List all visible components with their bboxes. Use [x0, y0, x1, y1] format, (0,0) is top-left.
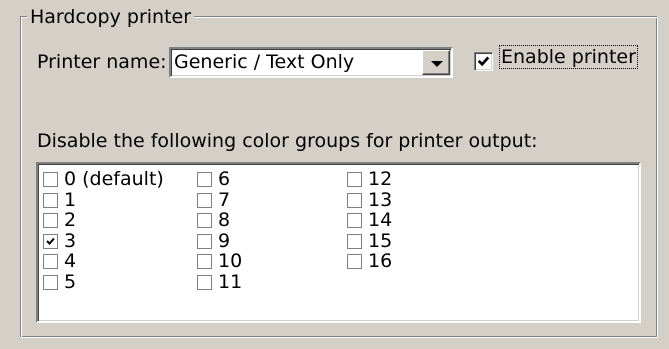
color-group-label: 4: [64, 250, 77, 272]
color-group-checkbox[interactable]: [347, 172, 362, 187]
printer-name-label: Printer name:: [37, 51, 167, 73]
color-group-label: 10: [218, 250, 243, 272]
group-title: Hardcopy printer: [27, 6, 195, 28]
color-group-checkbox[interactable]: [43, 233, 58, 249]
color-group-checkbox[interactable]: [347, 213, 362, 228]
color-group-label: 12: [368, 168, 393, 190]
printer-name-value: Generic / Text Only: [174, 51, 355, 73]
color-group-label: 14: [368, 209, 393, 231]
checkmark-icon: [477, 56, 490, 67]
color-group-checkbox[interactable]: [43, 213, 58, 228]
color-group-checkbox[interactable]: [43, 172, 58, 187]
checkmark-icon: [46, 237, 55, 245]
color-groups-heading: Disable the following color groups for p…: [37, 130, 538, 152]
color-group-checkbox[interactable]: [197, 213, 212, 228]
color-group-checkbox[interactable]: [197, 233, 212, 249]
color-group-checkbox[interactable]: [197, 254, 212, 269]
color-group-label: 11: [218, 270, 243, 293]
enable-printer-label[interactable]: Enable printer: [499, 45, 638, 69]
color-group-checkbox[interactable]: [43, 274, 58, 290]
color-group-checkbox[interactable]: [43, 254, 58, 269]
color-group-label: 2: [64, 209, 77, 231]
color-group-label: 9: [218, 229, 231, 252]
color-group-checkbox[interactable]: [197, 192, 212, 208]
color-group-label: 15: [368, 229, 393, 252]
color-group-checkbox[interactable]: [197, 274, 212, 290]
color-group-label: 5: [64, 270, 77, 293]
color-group-label: 3: [64, 229, 77, 252]
color-group-label: 6: [218, 168, 231, 190]
color-group-label: 0 (default): [64, 168, 164, 190]
color-group-label: 16: [368, 250, 393, 272]
color-groups-listbox[interactable]: 0 (default) 1 2 3 4 5 6 7 8 9 10 11 12 13 14 15 16: [36, 162, 641, 323]
color-group-checkbox[interactable]: [197, 172, 212, 187]
color-group-label: 7: [218, 188, 231, 211]
color-group-label: 1: [64, 188, 77, 211]
color-group-checkbox[interactable]: [347, 192, 362, 208]
color-group-label: 13: [368, 188, 393, 211]
dropdown-button[interactable]: [422, 50, 450, 75]
color-group-checkbox[interactable]: [347, 233, 362, 249]
printer-name-combobox[interactable]: Generic / Text Only: [169, 47, 453, 78]
chevron-down-icon: [431, 61, 443, 67]
enable-printer-checkbox[interactable]: [474, 52, 493, 71]
color-group-label: 8: [218, 209, 231, 231]
color-group-checkbox[interactable]: [347, 254, 362, 269]
color-group-checkbox[interactable]: [43, 192, 58, 208]
